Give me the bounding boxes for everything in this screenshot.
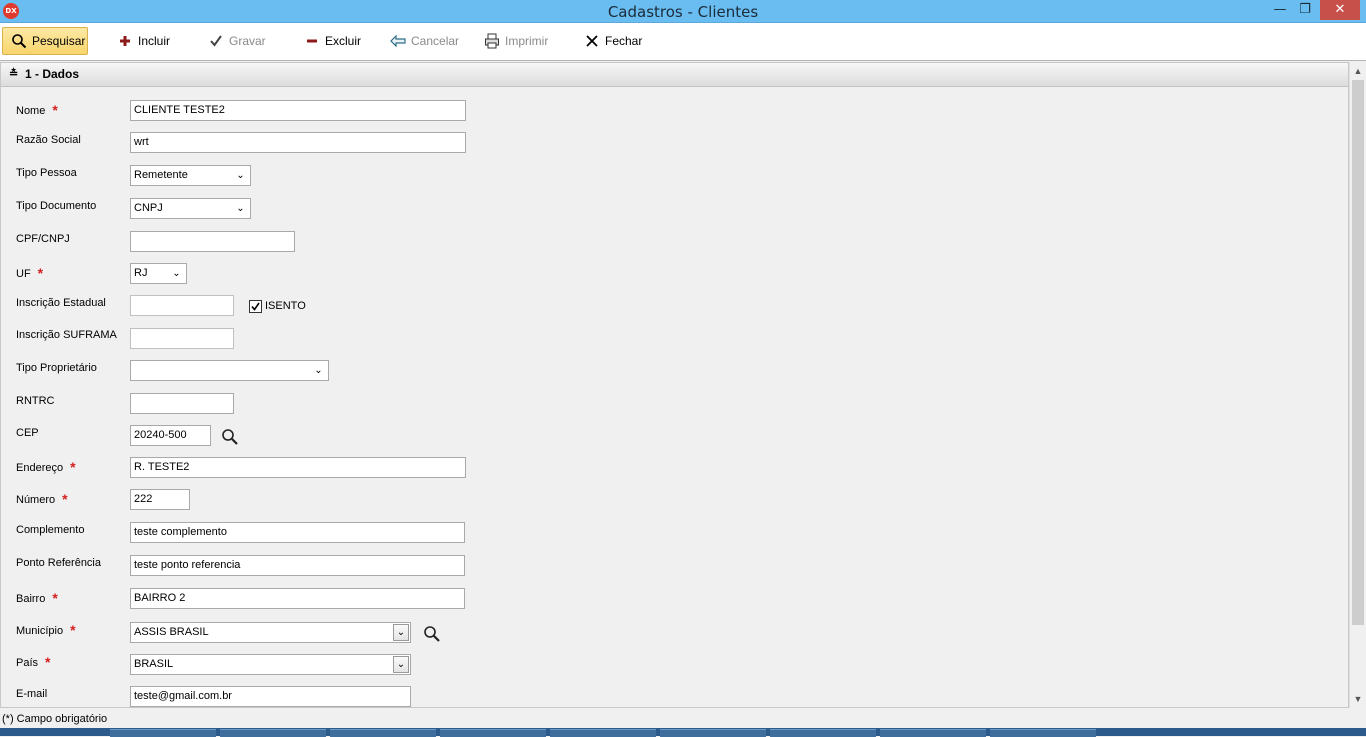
section-header[interactable]: ≛ 1 - Dados: [1, 63, 1348, 87]
pais-value: BRASIL: [134, 658, 174, 670]
email-input[interactable]: teste@gmail.com.br: [130, 686, 411, 707]
vertical-scrollbar[interactable]: ▲ ▼: [1349, 62, 1366, 708]
chevron-down-icon: ⌄: [236, 203, 245, 214]
pesquisar-button[interactable]: Pesquisar: [2, 27, 88, 55]
required-marker: *: [37, 265, 44, 281]
scroll-down-icon[interactable]: ▼: [1350, 691, 1366, 707]
isento-checkbox[interactable]: [249, 300, 262, 313]
uf-value: RJ: [134, 267, 148, 279]
ponto-referencia-label: Ponto Referência: [16, 557, 101, 569]
complemento-input[interactable]: teste complemento: [130, 522, 465, 543]
title-bar: DX Cadastros - Clientes — ❐ ✕: [0, 0, 1366, 23]
collapse-chevron-icon[interactable]: ≛: [9, 63, 18, 86]
bairro-label: Bairro *: [16, 590, 58, 606]
checkmark-icon: [208, 33, 224, 49]
bairro-input[interactable]: BAIRRO 2: [130, 588, 465, 609]
nome-input[interactable]: CLIENTE TESTE2: [130, 100, 466, 121]
close-x-icon: [584, 33, 600, 49]
isento-label[interactable]: ISENTO: [265, 300, 306, 312]
municipio-value: ASSIS BRASIL: [134, 626, 209, 638]
inscricao-suframa-label: Inscrição SUFRAMA: [16, 329, 117, 341]
inscricao-estadual-input[interactable]: [130, 295, 234, 316]
rntrc-input[interactable]: [130, 393, 234, 414]
inscricao-suframa-input[interactable]: [130, 328, 234, 349]
chevron-down-icon: ⌄: [236, 170, 245, 181]
tipo-pessoa-label: Tipo Pessoa: [16, 167, 77, 179]
excluir-label: Excluir: [325, 34, 362, 48]
minus-icon: [304, 33, 320, 49]
required-marker: *: [62, 491, 68, 507]
chevron-down-icon: ⌄: [172, 268, 181, 279]
numero-label: Número *: [16, 491, 68, 507]
complemento-label: Complemento: [16, 524, 85, 536]
checkmark-icon: [251, 302, 260, 311]
dados-panel: ≛ 1 - Dados: [0, 62, 1349, 708]
pais-label: País *: [16, 654, 51, 670]
razao-social-label: Razão Social: [16, 134, 81, 146]
email-label: E-mail: [16, 688, 48, 700]
tipo-pessoa-value: Remetente: [134, 169, 188, 181]
close-window-button[interactable]: ✕: [1320, 0, 1360, 20]
pais-select[interactable]: BRASIL ⌄: [130, 654, 411, 675]
scroll-up-icon[interactable]: ▲: [1350, 63, 1366, 79]
tipo-documento-label: Tipo Documento: [16, 200, 97, 212]
printer-icon: [484, 33, 500, 49]
required-marker: *: [70, 459, 76, 475]
cancelar-button[interactable]: Cancelar: [382, 27, 467, 55]
municipio-select[interactable]: ASSIS BRASIL ⌄: [130, 622, 411, 643]
uf-label: UF *: [16, 265, 44, 281]
gravar-label: Gravar: [229, 34, 266, 48]
incluir-label: Incluir: [138, 34, 171, 48]
imprimir-button[interactable]: Imprimir: [476, 27, 556, 55]
required-field-note: (*) Campo obrigatório: [2, 713, 108, 725]
required-marker: *: [45, 654, 51, 670]
imprimir-label: Imprimir: [505, 34, 549, 48]
cep-search-icon[interactable]: [221, 428, 239, 446]
cpf-cnpj-input[interactable]: [130, 231, 295, 252]
undo-arrow-icon: [390, 33, 406, 49]
chevron-down-icon: ⌄: [393, 624, 409, 641]
municipio-label: Município *: [16, 622, 76, 638]
cep-input[interactable]: 20240-500: [130, 425, 211, 446]
window-title: Cadastros - Clientes: [607, 3, 759, 21]
chevron-down-icon: ⌄: [314, 365, 323, 376]
incluir-button[interactable]: Incluir: [109, 27, 178, 55]
fechar-label: Fechar: [605, 34, 643, 48]
pesquisar-label: Pesquisar: [32, 34, 86, 48]
endereco-input[interactable]: R. TESTE2: [130, 457, 466, 478]
tipo-proprietario-select[interactable]: ⌄: [130, 360, 329, 381]
tipo-documento-select[interactable]: CNPJ ⌄: [130, 198, 251, 219]
required-marker: *: [52, 590, 58, 606]
municipio-search-icon[interactable]: [423, 625, 441, 643]
cep-label: CEP: [16, 427, 39, 439]
numero-input[interactable]: 222: [130, 489, 190, 510]
endereco-label: Endereço *: [16, 459, 76, 475]
toolbar: Pesquisar Incluir Gravar Excluir Cancela…: [0, 23, 1366, 61]
tipo-proprietario-label: Tipo Proprietário: [16, 362, 97, 374]
scroll-thumb[interactable]: [1352, 80, 1364, 625]
excluir-button[interactable]: Excluir: [296, 27, 369, 55]
tipo-pessoa-select[interactable]: Remetente ⌄: [130, 165, 251, 186]
rntrc-label: RNTRC: [16, 395, 55, 407]
search-icon: [11, 33, 27, 49]
required-marker: *: [70, 622, 76, 638]
cpf-cnpj-label: CPF/CNPJ: [16, 233, 70, 245]
chevron-down-icon: ⌄: [393, 656, 409, 673]
ponto-referencia-input[interactable]: teste ponto referencia: [130, 555, 465, 576]
required-marker: *: [52, 102, 58, 118]
inscricao-estadual-label: Inscrição Estadual: [16, 297, 106, 309]
restore-icon[interactable]: ❐: [1290, 0, 1320, 20]
razao-social-input[interactable]: wrt: [130, 132, 466, 153]
gravar-button[interactable]: Gravar: [200, 27, 274, 55]
section-title: 1 - Dados: [25, 67, 80, 81]
tipo-documento-value: CNPJ: [134, 202, 163, 214]
cancelar-label: Cancelar: [411, 34, 460, 48]
nome-label: Nome *: [16, 102, 58, 118]
fechar-button[interactable]: Fechar: [576, 27, 650, 55]
uf-select[interactable]: RJ ⌄: [130, 263, 187, 284]
plus-icon: [117, 33, 133, 49]
